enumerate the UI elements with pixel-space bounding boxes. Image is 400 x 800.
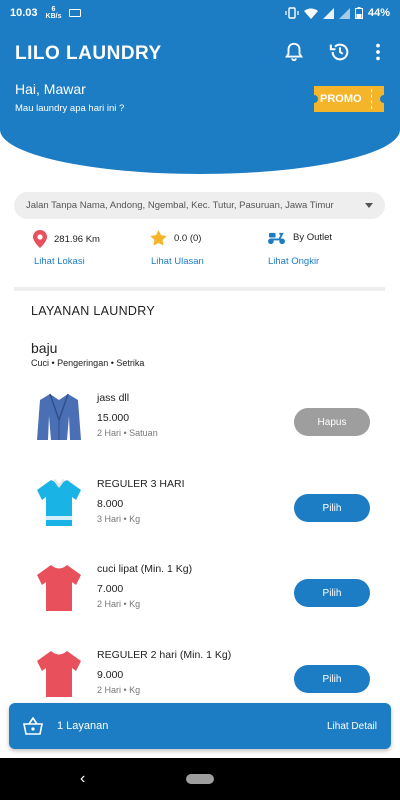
service-name: jass dll [97,392,130,404]
signal-icon-2 [338,7,350,19]
select-button[interactable]: Pilih [294,579,370,607]
jacket-icon [37,393,81,440]
service-price: 7.000 [97,583,124,595]
back-icon[interactable]: ‹ [80,770,85,788]
view-detail-link[interactable]: Lihat Detail [327,721,377,732]
wifi-icon [303,8,318,19]
distance-value: 281.96 Km [54,233,100,245]
basket-icon [23,717,43,735]
service-price: 9.000 [97,669,124,681]
service-unit: Kg [129,599,141,609]
battery-percent: 44% [367,7,390,19]
vibrate-icon [285,7,299,19]
signal-icon [322,7,334,19]
polo-shirt-icon [37,479,81,526]
star-icon [150,230,167,246]
service-meta: 2 Hari • Satuan [97,428,158,438]
promo-label: PROMO [320,93,362,105]
service-meta: 3 Hari • Kg [97,514,141,524]
app-title: LILO LAUNDRY [15,43,162,64]
rating-info: 0.0 (0) [150,230,201,246]
service-price: 15.000 [97,412,130,424]
more-vertical-icon[interactable] [367,41,389,63]
cart-bar[interactable]: 1 Layanan Lihat Detail [9,703,391,749]
service-item: cuci lipat (Min. 1 Kg) 7.000 2 Hari • Kg… [0,563,400,633]
promo-button[interactable]: PROMO [310,86,388,112]
greeting-text: Hai, Mawar [15,81,86,97]
scooter-icon [268,232,285,245]
view-shipping-link[interactable]: Lihat Ongkir [268,256,319,267]
address-text: Jalan Tanpa Nama, Andong, Ngembal, Kec. … [26,200,334,211]
service-item: jass dll 15.000 2 Hari • Satuan Hapus [0,392,400,462]
service-name: cuci lipat (Min. 1 Kg) [97,563,193,575]
distance-info: 281.96 Km [33,230,100,248]
service-unit: Satuan [129,428,158,438]
history-icon[interactable] [329,41,351,63]
view-location-link[interactable]: Lihat Lokasi [34,256,85,267]
service-item: REGULER 3 HARI 8.000 3 Hari • Kg Pilih [0,478,400,548]
delivery-value: By Outlet [293,232,333,243]
select-button[interactable]: Pilih [294,494,370,522]
system-nav-bar: ‹ [0,758,400,800]
service-duration: 3 Hari [97,514,122,524]
service-price: 8.000 [97,498,124,510]
service-unit: Kg [129,685,141,695]
service-name: REGULER 3 HARI [97,478,185,490]
service-unit: Kg [129,514,141,524]
view-reviews-link[interactable]: Lihat Ulasan [151,256,204,267]
service-meta: 2 Hari • Kg [97,599,141,609]
status-time: 10.03 [10,7,38,19]
t-shirt-icon [37,651,81,697]
service-meta: 2 Hari • Kg [97,685,141,695]
network-speed-value: 6 [51,6,56,13]
address-selector[interactable]: Jalan Tanpa Nama, Andong, Ngembal, Kec. … [14,192,385,219]
battery-icon [354,7,363,19]
cart-count: 1 Layanan [57,720,109,732]
select-button[interactable]: Pilih [294,665,370,693]
greeting-subtitle: Mau laundry apa hari ini ? [15,103,125,114]
app-header: LILO LAUNDRY Hai, Mawar Mau laundry apa … [0,26,400,174]
section-title: LAYANAN LAUNDRY [31,304,155,318]
ticket-perforation [371,89,372,109]
network-speed: 6 KB/s [46,6,62,20]
location-pin-icon [33,230,47,248]
rating-value: 0.0 (0) [174,232,202,244]
remove-button[interactable]: Hapus [294,408,370,436]
service-duration: 2 Hari [97,685,122,695]
section-divider [14,287,385,291]
category-title: baju [31,340,58,356]
service-duration: 2 Hari [97,428,122,438]
delivery-info: By Outlet [267,230,332,245]
screen-cast-icon [69,9,82,17]
chevron-down-icon [365,203,373,208]
bell-icon[interactable] [283,41,305,63]
network-speed-unit: KB/s [45,13,62,20]
t-shirt-icon [37,565,81,611]
service-name: REGULER 2 hari (Min. 1 Kg) [97,649,232,661]
category-subtitle: Cuci • Pengeringan • Setrika [31,358,145,368]
status-bar: 10.03 6 KB/s 44% [0,0,400,26]
home-pill[interactable] [186,774,214,784]
service-duration: 2 Hari [97,599,122,609]
